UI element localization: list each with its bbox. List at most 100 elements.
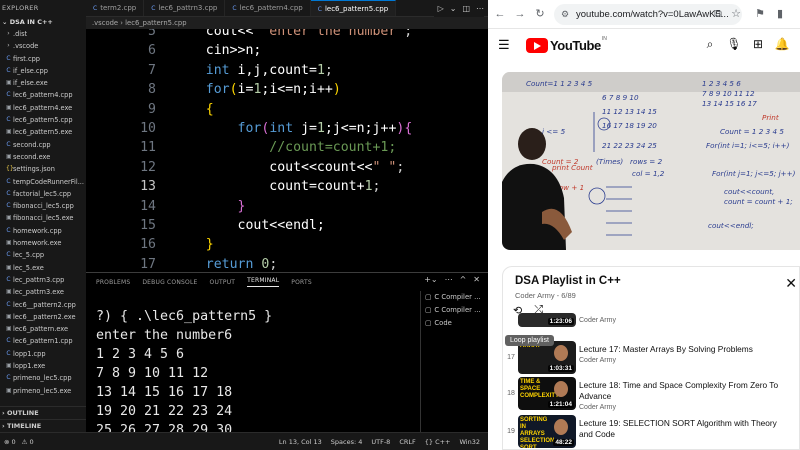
editor-tab[interactable]: Clec6_pattern5.cpp [310, 0, 397, 16]
search-icon[interactable]: ⌕ [702, 37, 718, 52]
terminal-instance[interactable]: ▢ C Compiler ... [421, 304, 488, 317]
back-icon[interactable]: ← [492, 6, 508, 22]
video-player[interactable]: Count=1 1 2 3 4 5 6 7 8 9 10 11 12 13 14… [502, 72, 800, 250]
file-item[interactable]: ▣ lec6_pattern5.exe [0, 126, 86, 138]
mic-icon[interactable]: 🎙 [726, 37, 742, 51]
terminal-instance[interactable]: ▢ C Compiler ... [421, 291, 488, 304]
video-title[interactable]: Lecture 18: Time and Space Complexity Fr… [579, 380, 779, 402]
youtube-logo[interactable]: YouTube IN [526, 36, 607, 53]
panel-tab[interactable]: OUTPUT [210, 279, 236, 286]
channel-name[interactable]: Coder Army [579, 357, 616, 364]
editor-tab[interactable]: Clec6_pattern4.cpp [225, 0, 311, 16]
status-item[interactable]: UTF-8 [371, 433, 390, 450]
file-item[interactable]: ▣ if_else.exe [0, 77, 86, 89]
breadcrumb[interactable]: .vscode › lec6_pattern5.cpp [86, 17, 488, 29]
more-icon[interactable]: ⋯ [445, 275, 453, 284]
file-item[interactable]: ▣ lec6_pattern4.exe [0, 102, 86, 114]
status-item[interactable]: Spaces: 4 [331, 433, 363, 450]
maximize-panel-icon[interactable]: ^ [460, 275, 467, 284]
file-item[interactable]: Clopp1.cpp [0, 348, 86, 360]
code-editor[interactable]: 5 cout<< "enter the number"; 6 cin>>n; 7 i… [86, 29, 488, 272]
cpp-file-icon: C [6, 226, 11, 234]
status-item[interactable]: Win32 [460, 433, 480, 450]
file-item[interactable]: ▣ lec6__pattern2.exe [0, 311, 86, 323]
panel-tab[interactable]: TERMINAL [247, 277, 280, 287]
status-item[interactable]: {} C++ [425, 433, 451, 450]
workspace-folder[interactable]: ⌄ DSA IN C++ [0, 16, 86, 28]
video-thumbnail[interactable]: SORTING IN ARRAYS SELECTION SORT 48:22 [518, 415, 576, 448]
playlist-item[interactable]: 19 SORTING IN ARRAYS SELECTION SORT 48:22 L… [503, 415, 799, 449]
chevron-down-icon[interactable]: ⌄ [450, 4, 457, 13]
workspace-name: DSA IN C++ [9, 18, 53, 26]
video-thumbnail[interactable]: 1:23:06 [518, 313, 576, 327]
editor-tab[interactable]: Clec6_pattrn3.cpp [144, 0, 226, 16]
close-icon[interactable]: ✕ [473, 275, 480, 284]
video-title[interactable]: Lecture 19: SELECTION SORT Algorithm wit… [579, 418, 779, 440]
file-item[interactable]: Clec_pattrn3.cpp [0, 274, 86, 286]
file-item[interactable]: ▣ lopp1.exe [0, 360, 86, 372]
file-item[interactable]: ▣ fibonacci_lec5.exe [0, 212, 86, 224]
file-item[interactable]: ▣ homework.exe [0, 237, 86, 249]
terminal-instance[interactable]: ▢ Code [421, 317, 488, 330]
file-item[interactable]: › .vscode [0, 40, 86, 52]
bookmark-star-icon[interactable]: ☆ [728, 6, 744, 22]
cast-icon[interactable]: ⧉ [710, 6, 726, 22]
file-item[interactable]: Cprimeno_lec5.cpp [0, 372, 86, 384]
status-item[interactable]: CRLF [399, 433, 415, 450]
playlist-item[interactable]: 17 ARRAY 1:03:31 Lecture 17: Master Arrays … [503, 341, 799, 377]
file-item[interactable]: Cfibonacci_lec5.cpp [0, 200, 86, 212]
outline-section[interactable]: › OUTLINE [0, 406, 86, 418]
file-item[interactable]: ▣ second.exe [0, 151, 86, 163]
forward-icon[interactable]: → [512, 6, 528, 22]
panel-tab[interactable]: PROBLEMS [96, 279, 130, 286]
terminal-output[interactable]: ?) { .\lec6_pattern5 } enter the number6 1… [86, 307, 418, 438]
status-problems[interactable]: ⚠ 0 [22, 433, 34, 450]
file-item[interactable]: ▣ lec_pattrn3.exe [0, 286, 86, 298]
playlist-item[interactable]: 18 TIME & SPACE COMPLEXITY 1:21:04 Lecture … [503, 377, 799, 413]
timeline-section[interactable]: › TIMELINE [0, 419, 86, 431]
editor-tab[interactable]: Cterm2.cpp [86, 0, 145, 16]
split-editor-icon[interactable]: ◫ [462, 4, 470, 13]
file-item[interactable]: Csecond.cpp [0, 139, 86, 151]
panel-tab[interactable]: DEBUG CONSOLE [142, 279, 197, 286]
file-item[interactable]: ▣ lec6_pattern.exe [0, 323, 86, 335]
cpp-file-icon: C [6, 374, 11, 382]
line-number: 10 [140, 121, 156, 136]
file-item[interactable]: › .dist [0, 28, 86, 40]
file-item[interactable]: Clec6_pattern4.cpp [0, 89, 86, 101]
menu-icon[interactable]: ☰ [498, 37, 510, 53]
file-item[interactable]: ▣ primeno_lec5.exe [0, 385, 86, 397]
add-terminal-icon[interactable]: +⌄ [424, 275, 437, 284]
file-item[interactable]: Clec6__pattern2.cpp [0, 299, 86, 311]
code-token: cout<< [174, 29, 262, 39]
file-item[interactable]: Clec6_pattern5.cpp [0, 114, 86, 126]
close-icon[interactable]: ✕ [785, 275, 797, 292]
playlist-title[interactable]: DSA Playlist in C++ [515, 275, 621, 287]
notifications-icon[interactable]: 🔔 [774, 37, 790, 51]
board-text: col = 1,2 [632, 169, 665, 178]
extensions-icon[interactable]: ⚑ [752, 6, 768, 22]
channel-name[interactable]: Coder Army [579, 404, 616, 411]
sidepanel-icon[interactable]: ▮ [772, 6, 788, 22]
file-item[interactable]: Cif_else.cpp [0, 65, 86, 77]
panel-tab[interactable]: PORTS [291, 279, 312, 286]
video-thumbnail[interactable]: TIME & SPACE COMPLEXITY 1:21:04 [518, 377, 576, 410]
file-item[interactable]: CtempCodeRunnerFil... [0, 176, 86, 188]
more-icon[interactable]: ⋯ [476, 4, 484, 13]
file-item[interactable]: Cfirst.cpp [0, 53, 86, 65]
status-problems[interactable]: ⊗ 0 [4, 433, 16, 450]
channel-name[interactable]: Coder Army [579, 317, 616, 324]
file-item[interactable]: ▣ lec_5.exe [0, 262, 86, 274]
file-item[interactable]: Chomework.cpp [0, 225, 86, 237]
cpp-file-icon: C [6, 251, 11, 259]
file-item[interactable]: Cfactorial_lec5.cpp [0, 188, 86, 200]
video-title[interactable]: Lecture 17: Master Arrays By Solving Pro… [579, 344, 779, 355]
site-info-icon[interactable]: ⚙ [561, 4, 569, 25]
status-item[interactable]: Ln 13, Col 13 [279, 433, 322, 450]
file-item[interactable]: Clec6_pattern1.cpp [0, 335, 86, 347]
file-item[interactable]: Clec_5.cpp [0, 249, 86, 261]
run-icon[interactable]: ▷ [438, 4, 444, 13]
create-icon[interactable]: ⊞ [750, 37, 766, 51]
file-item[interactable]: {} settings.json [0, 163, 86, 175]
reload-icon[interactable]: ↻ [532, 6, 548, 22]
